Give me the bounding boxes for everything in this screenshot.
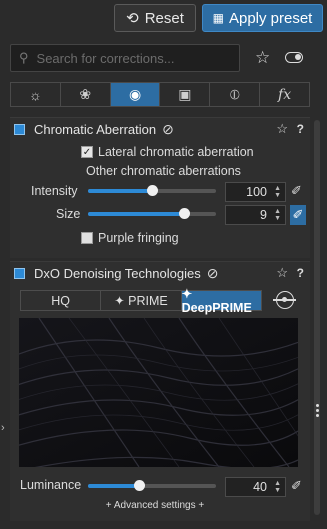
- mode-prime[interactable]: ✦ PRIME: [101, 291, 182, 310]
- apply-preset-icon: ▦: [212, 11, 224, 25]
- size-slider-fill: [88, 212, 184, 216]
- intensity-value: 100: [246, 185, 267, 199]
- tab-detail[interactable]: ◉: [110, 83, 161, 106]
- reset-button[interactable]: ⟲ Reset: [114, 4, 196, 32]
- preview-texture: [19, 318, 298, 467]
- chromatic-title: Chromatic Aberration: [34, 121, 157, 137]
- eye-hidden-icon[interactable]: ⊘: [207, 265, 219, 282]
- luminance-slider-knob[interactable]: [134, 480, 145, 491]
- tab-effects[interactable]: fx: [260, 83, 309, 106]
- local-adjust-icon: ⦶: [229, 86, 240, 102]
- denoise-mode-selector: HQ ✦ PRIME ✦ DeepPRIME: [20, 287, 262, 315]
- category-tabs: ☼ ❀ ◉ ▣ ⦶ fx: [10, 82, 310, 107]
- lateral-ca-label: Lateral chromatic aberration: [98, 145, 254, 159]
- denoising-header: DxO Denoising Technologies ⊘ ☆ ?: [10, 262, 310, 284]
- tab-geometry[interactable]: ▣: [160, 83, 211, 106]
- luminance-auto-wand-icon[interactable]: ✐: [291, 478, 302, 494]
- denoising-title: DxO Denoising Technologies: [34, 265, 201, 281]
- toolbar: ⟲ Reset ▦ Apply preset: [0, 0, 327, 38]
- star-icon[interactable]: ☆: [276, 265, 288, 281]
- sun-icon: ☼: [28, 86, 42, 103]
- intensity-slider-fill: [88, 189, 152, 193]
- other-ca-heading: Other chromatic aberrations: [86, 164, 241, 178]
- size-value-field[interactable]: 9 ▲ ▼: [225, 205, 286, 225]
- intensity-value-field[interactable]: 100 ▲ ▼: [225, 182, 286, 202]
- intensity-slider[interactable]: [88, 185, 216, 196]
- intensity-slider-knob[interactable]: [147, 185, 158, 196]
- help-icon[interactable]: ?: [297, 266, 304, 280]
- size-label: Size: [56, 207, 81, 221]
- tab-local-adjustments[interactable]: ⦶: [210, 83, 261, 106]
- size-row: Size: [56, 207, 80, 221]
- luminance-stepper-icon[interactable]: ▲ ▼: [274, 480, 281, 494]
- advanced-settings-link[interactable]: + Advanced settings +: [0, 500, 310, 511]
- lateral-ca-row[interactable]: ✓ Lateral chromatic aberration: [81, 145, 254, 159]
- fx-icon: fx: [278, 86, 292, 103]
- lateral-ca-checkbox[interactable]: ✓: [81, 146, 93, 158]
- help-icon[interactable]: ?: [297, 122, 304, 136]
- apply-preset-button[interactable]: ▦ Apply preset: [202, 4, 323, 32]
- color-circles-icon: ❀: [79, 86, 92, 102]
- apply-preset-label: Apply preset: [228, 9, 313, 27]
- intensity-auto-wand-icon[interactable]: ✐: [291, 183, 302, 199]
- intensity-label: Intensity: [31, 184, 78, 198]
- size-slider[interactable]: [88, 208, 216, 219]
- purple-fringing-row[interactable]: Purple fringing: [81, 231, 179, 245]
- luminance-value-field[interactable]: 40 ▲ ▼: [225, 477, 286, 497]
- purple-fringing-label: Purple fringing: [98, 231, 179, 245]
- favorites-star-icon[interactable]: ☆: [255, 48, 270, 68]
- intensity-stepper-icon[interactable]: ▲ ▼: [274, 185, 281, 199]
- chromatic-enable-toggle[interactable]: [14, 123, 25, 135]
- star-icon[interactable]: ☆: [276, 121, 288, 137]
- intensity-row: Intensity: [31, 184, 78, 198]
- luminance-label: Luminance: [20, 478, 82, 492]
- tab-light[interactable]: ☼: [11, 83, 61, 106]
- loupe-target-icon[interactable]: [273, 291, 296, 309]
- purple-fringing-checkbox[interactable]: [81, 232, 93, 244]
- luminance-row: Luminance: [20, 478, 81, 492]
- luminance-slider[interactable]: [88, 480, 216, 491]
- luminance-slider-fill: [88, 484, 139, 488]
- luminance-value: 40: [253, 480, 267, 494]
- reset-icon: ⟲: [126, 10, 139, 27]
- search-icon: ⚲: [19, 50, 29, 65]
- search-input[interactable]: [36, 50, 227, 66]
- collapse-left-icon[interactable]: ›: [1, 422, 5, 434]
- chromatic-aberration-header: Chromatic Aberration ⊘ ☆ ?: [10, 118, 310, 140]
- crop-icon: ▣: [178, 86, 192, 102]
- palette-toggle[interactable]: [285, 52, 303, 63]
- mode-deepprime[interactable]: ✦ DeepPRIME: [181, 287, 261, 315]
- eye-hidden-icon[interactable]: ⊘: [162, 121, 174, 138]
- lens-icon: ◉: [128, 86, 142, 102]
- more-options-icon[interactable]: [316, 404, 319, 419]
- size-slider-knob[interactable]: [179, 208, 190, 219]
- mode-hq[interactable]: HQ: [21, 291, 102, 310]
- other-ca-label: Other chromatic aberrations: [86, 164, 241, 178]
- denoise-preview-image: [19, 318, 298, 467]
- tab-color[interactable]: ❀: [61, 83, 111, 106]
- scrollbar-thumb[interactable]: [314, 120, 320, 515]
- search-box: ⚲: [10, 44, 240, 72]
- denoising-enable-toggle[interactable]: [14, 267, 25, 279]
- size-value: 9: [260, 208, 267, 222]
- size-auto-wand-icon[interactable]: ✐: [290, 205, 306, 225]
- reset-label: Reset: [144, 9, 184, 27]
- size-stepper-icon[interactable]: ▲ ▼: [274, 208, 281, 222]
